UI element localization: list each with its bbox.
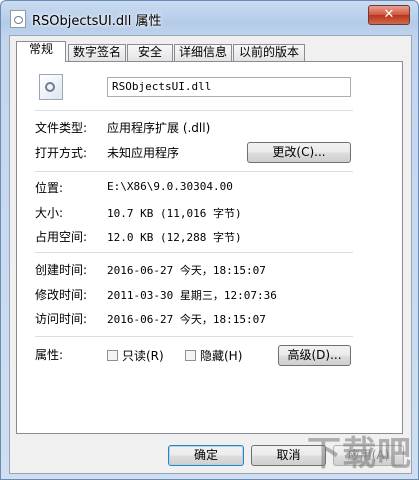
- accessed-label: 访问时间:: [35, 312, 88, 326]
- created-label: 创建时间:: [35, 263, 88, 277]
- size-label: 大小:: [35, 206, 64, 220]
- change-button[interactable]: 更改(C)...: [247, 142, 351, 163]
- window-title: RSObjectsUI.dll 属性: [32, 14, 162, 29]
- tab-general[interactable]: 常规: [16, 41, 66, 62]
- separator: [35, 252, 353, 253]
- file-type-label: 文件类型:: [35, 121, 88, 135]
- file-name-field[interactable]: RSObjectsUI.dll: [107, 77, 351, 97]
- attributes-label: 属性:: [35, 348, 64, 362]
- hidden-checkbox[interactable]: [185, 350, 196, 361]
- separator: [35, 110, 353, 111]
- separator: [35, 336, 353, 337]
- size-value: 10.7 KB (11,016 字节): [107, 207, 242, 220]
- watermark-logo: 下载吧: [307, 434, 412, 474]
- title-bar[interactable]: RSObjectsUI.dll 属性 ✕: [1, 1, 418, 35]
- open-with-label: 打开方式:: [35, 146, 88, 160]
- readonly-label[interactable]: 只读(R): [122, 347, 164, 364]
- tab-digital-signatures[interactable]: 数字签名: [68, 44, 126, 61]
- close-button[interactable]: ✕: [368, 5, 410, 25]
- location-label: 位置:: [35, 181, 64, 195]
- general-tab-panel: RSObjectsUI.dll 文件类型: 应用程序扩展 (.dll) 打开方式…: [16, 61, 403, 434]
- modified-label: 修改时间:: [35, 288, 88, 302]
- readonly-checkbox[interactable]: [107, 350, 118, 361]
- hidden-label[interactable]: 隐藏(H): [200, 347, 242, 364]
- advanced-button[interactable]: 高级(D)...: [278, 345, 351, 366]
- accessed-value: 2016-06-27 今天，18:15:07: [107, 313, 266, 326]
- file-type-value: 应用程序扩展 (.dll): [107, 121, 211, 135]
- dialog-body: 常规 数字签名 安全 详细信息 以前的版本 RSObjectsUI.dll 文件…: [9, 35, 412, 474]
- properties-window: RSObjectsUI.dll 属性 ✕ 常规 数字签名 安全 详细信息 以前的…: [0, 0, 419, 480]
- dll-file-icon: [10, 10, 26, 28]
- tab-security[interactable]: 安全: [127, 44, 173, 61]
- location-value: E:\X86\9.0.30304.00: [107, 180, 233, 193]
- tab-previous-versions[interactable]: 以前的版本: [233, 44, 305, 61]
- disk-size-label: 占用空间:: [35, 230, 88, 244]
- open-with-value: 未知应用程序: [107, 146, 180, 160]
- disk-size-value: 12.0 KB (12,288 字节): [107, 231, 242, 244]
- file-type-icon: [39, 74, 63, 100]
- ok-button[interactable]: 确定: [168, 445, 244, 466]
- separator: [35, 171, 353, 172]
- created-value: 2016-06-27 今天，18:15:07: [107, 264, 266, 277]
- modified-value: 2011-03-30 星期三，12:07:36: [107, 289, 277, 302]
- tab-details[interactable]: 详细信息: [174, 44, 232, 61]
